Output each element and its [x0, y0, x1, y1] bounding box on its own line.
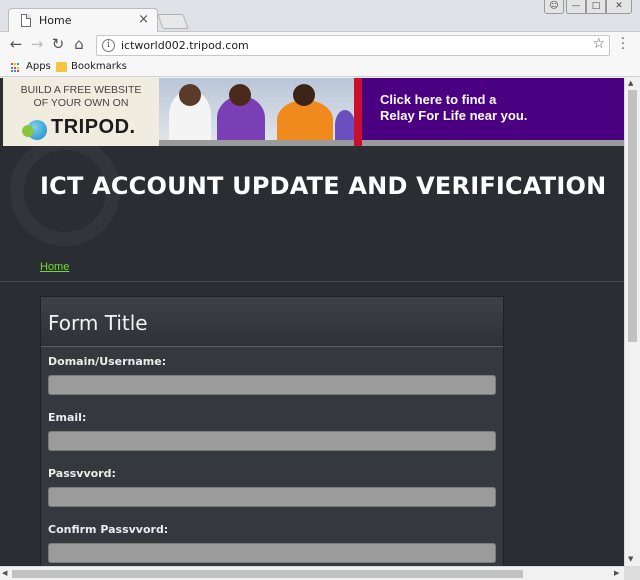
forward-button[interactable]: →	[27, 35, 47, 53]
browser-toolbar: ← → ↻ ⌂ i ictworld002.tripod.com ☆ · · ·	[0, 32, 640, 59]
scroll-left-arrow[interactable]: ◀	[2, 569, 7, 577]
relay-ad[interactable]: Click here to find a Relay For Life near…	[362, 78, 624, 140]
confirm-password-label: Confirm Passvvord:	[48, 523, 169, 536]
browser-window: Home × ☺ — □ ✕ ← → ↻ ⌂ i ictworld002.tri…	[0, 0, 640, 580]
ad-photo-face	[229, 84, 251, 106]
tab-close-button[interactable]: ×	[138, 12, 149, 27]
username-input[interactable]	[48, 375, 496, 395]
ad-photo-person	[277, 100, 333, 140]
scroll-up-arrow[interactable]: ▲	[628, 79, 633, 87]
bookmark-apps[interactable]: Apps	[26, 61, 51, 72]
tripod-logo-icon	[22, 120, 47, 140]
vertical-scrollbar[interactable]: ▲ ▼	[624, 78, 640, 566]
relay-line-2: Relay For Life near you.	[380, 108, 528, 123]
scroll-right-arrow[interactable]: ▶	[614, 569, 619, 577]
tab-home[interactable]: Home ×	[8, 8, 158, 33]
form-header: Form Title	[41, 297, 503, 347]
horizontal-scroll-thumb[interactable]	[12, 570, 523, 578]
vertical-scroll-thumb[interactable]	[628, 90, 637, 342]
url-text[interactable]: ictworld002.tripod.com	[121, 39, 249, 52]
ad-banner[interactable]: BUILD A FREE WEBSITE OF YOUR OWN ON TRIP…	[0, 78, 624, 146]
ad-left-text: BUILD A FREE WEBSITE OF YOUR OWN ON	[3, 84, 159, 110]
address-bar[interactable]: i ictworld002.tripod.com ☆	[96, 35, 610, 56]
close-window-button[interactable]: ✕	[606, 0, 632, 14]
email-input[interactable]	[48, 431, 496, 451]
tab-title: Home	[39, 14, 72, 27]
back-button[interactable]: ←	[6, 35, 26, 53]
password-input[interactable]	[48, 487, 496, 507]
account-form: Form Title Domain/Username: Email: Passv…	[40, 296, 504, 566]
ad-photo-face	[293, 84, 315, 106]
maximize-button[interactable]: □	[586, 0, 606, 14]
scroll-down-arrow[interactable]: ▼	[628, 555, 633, 563]
home-button[interactable]: ⌂	[69, 35, 89, 53]
user-icon[interactable]: ☺	[544, 0, 564, 14]
reload-button[interactable]: ↻	[48, 35, 68, 53]
new-tab-button[interactable]	[157, 14, 189, 29]
nav-divider	[0, 281, 624, 282]
page-icon	[21, 14, 31, 27]
email-label: Email:	[48, 411, 87, 424]
relay-ad-text[interactable]: Click here to find a Relay For Life near…	[380, 92, 527, 124]
bookmark-bookmarks[interactable]: Bookmarks	[71, 61, 127, 72]
minimize-button[interactable]: —	[566, 0, 586, 14]
page-viewport: BUILD A FREE WEBSITE OF YOUR OWN ON TRIP…	[0, 78, 624, 566]
info-icon[interactable]: i	[102, 39, 115, 52]
ad-photo-person	[335, 110, 354, 140]
ad-photo-face	[179, 84, 201, 106]
menu-icon[interactable]: · · ·	[618, 33, 628, 56]
folder-icon	[56, 62, 67, 72]
username-label: Domain/Username:	[48, 355, 167, 368]
confirm-password-input[interactable]	[48, 543, 496, 563]
tab-strip: Home × ☺ — □ ✕	[0, 0, 640, 33]
horizontal-scrollbar[interactable]: ◀ ▶	[0, 566, 624, 580]
password-label: Passvvord:	[48, 467, 116, 480]
tripod-ad[interactable]: BUILD A FREE WEBSITE OF YOUR OWN ON TRIP…	[3, 78, 159, 146]
bookmark-star-icon[interactable]: ☆	[592, 36, 605, 52]
nav-home-link[interactable]: Home	[40, 261, 69, 273]
site-title: ICT ACCOUNT UPDATE AND VERIFICATION	[40, 172, 607, 200]
site-header: ICT ACCOUNT UPDATE AND VERIFICATION Home	[0, 136, 624, 282]
relay-line-1: Click here to find a	[380, 92, 497, 107]
form-title: Form Title	[48, 311, 148, 335]
bookmarks-bar: Apps Bookmarks	[0, 59, 640, 77]
scrollbar-corner	[624, 566, 640, 580]
ad-photo[interactable]	[159, 78, 354, 140]
apps-icon[interactable]	[11, 63, 21, 73]
ad-line-1: BUILD A FREE WEBSITE	[20, 84, 142, 96]
ad-red-bar	[354, 78, 362, 146]
ad-line-2: OF YOUR OWN ON	[33, 97, 129, 109]
